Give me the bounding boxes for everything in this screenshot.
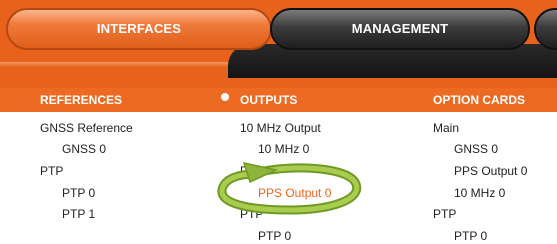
- out-pps-output-0[interactable]: PPS Output 0: [258, 186, 331, 200]
- tab-interfaces[interactable]: INTERFACES: [6, 8, 272, 50]
- out-10mhz-output[interactable]: 10 MHz Output: [240, 121, 321, 135]
- references-header[interactable]: REFERENCES: [40, 93, 122, 107]
- top-navigation-bar: INTERFACES MANAGEMENT: [0, 0, 557, 95]
- opt-main[interactable]: Main: [433, 121, 459, 135]
- opt-gnss-0[interactable]: GNSS 0: [454, 142, 498, 156]
- ref-ptp-1[interactable]: PTP 1: [62, 207, 95, 221]
- tab-management[interactable]: MANAGEMENT: [270, 8, 530, 50]
- active-section-bullet: [221, 93, 229, 101]
- opt-pps-output-0[interactable]: PPS Output 0: [454, 164, 527, 178]
- option-cards-header[interactable]: OPTION CARDS: [433, 93, 525, 107]
- out-ptp-0[interactable]: PTP 0: [258, 229, 291, 243]
- outputs-header[interactable]: OUTPUTS: [240, 93, 297, 107]
- ref-ptp[interactable]: PTP: [40, 164, 63, 178]
- ref-gnss-0[interactable]: GNSS 0: [62, 142, 106, 156]
- column-header-bar: REFERENCES OUTPUTS OPTION CARDS: [0, 88, 557, 112]
- opt-10mhz-0[interactable]: 10 MHz 0: [454, 186, 505, 200]
- out-10mhz-0[interactable]: 10 MHz 0: [258, 142, 309, 156]
- ref-ptp-0[interactable]: PTP 0: [62, 186, 95, 200]
- ref-gnss-reference[interactable]: GNSS Reference: [40, 121, 133, 135]
- out-ptp[interactable]: PTP: [240, 207, 263, 221]
- out-pps[interactable]: PPS: [240, 164, 264, 178]
- opt-ptp-0[interactable]: PTP 0: [454, 229, 487, 243]
- opt-ptp[interactable]: PTP: [433, 207, 456, 221]
